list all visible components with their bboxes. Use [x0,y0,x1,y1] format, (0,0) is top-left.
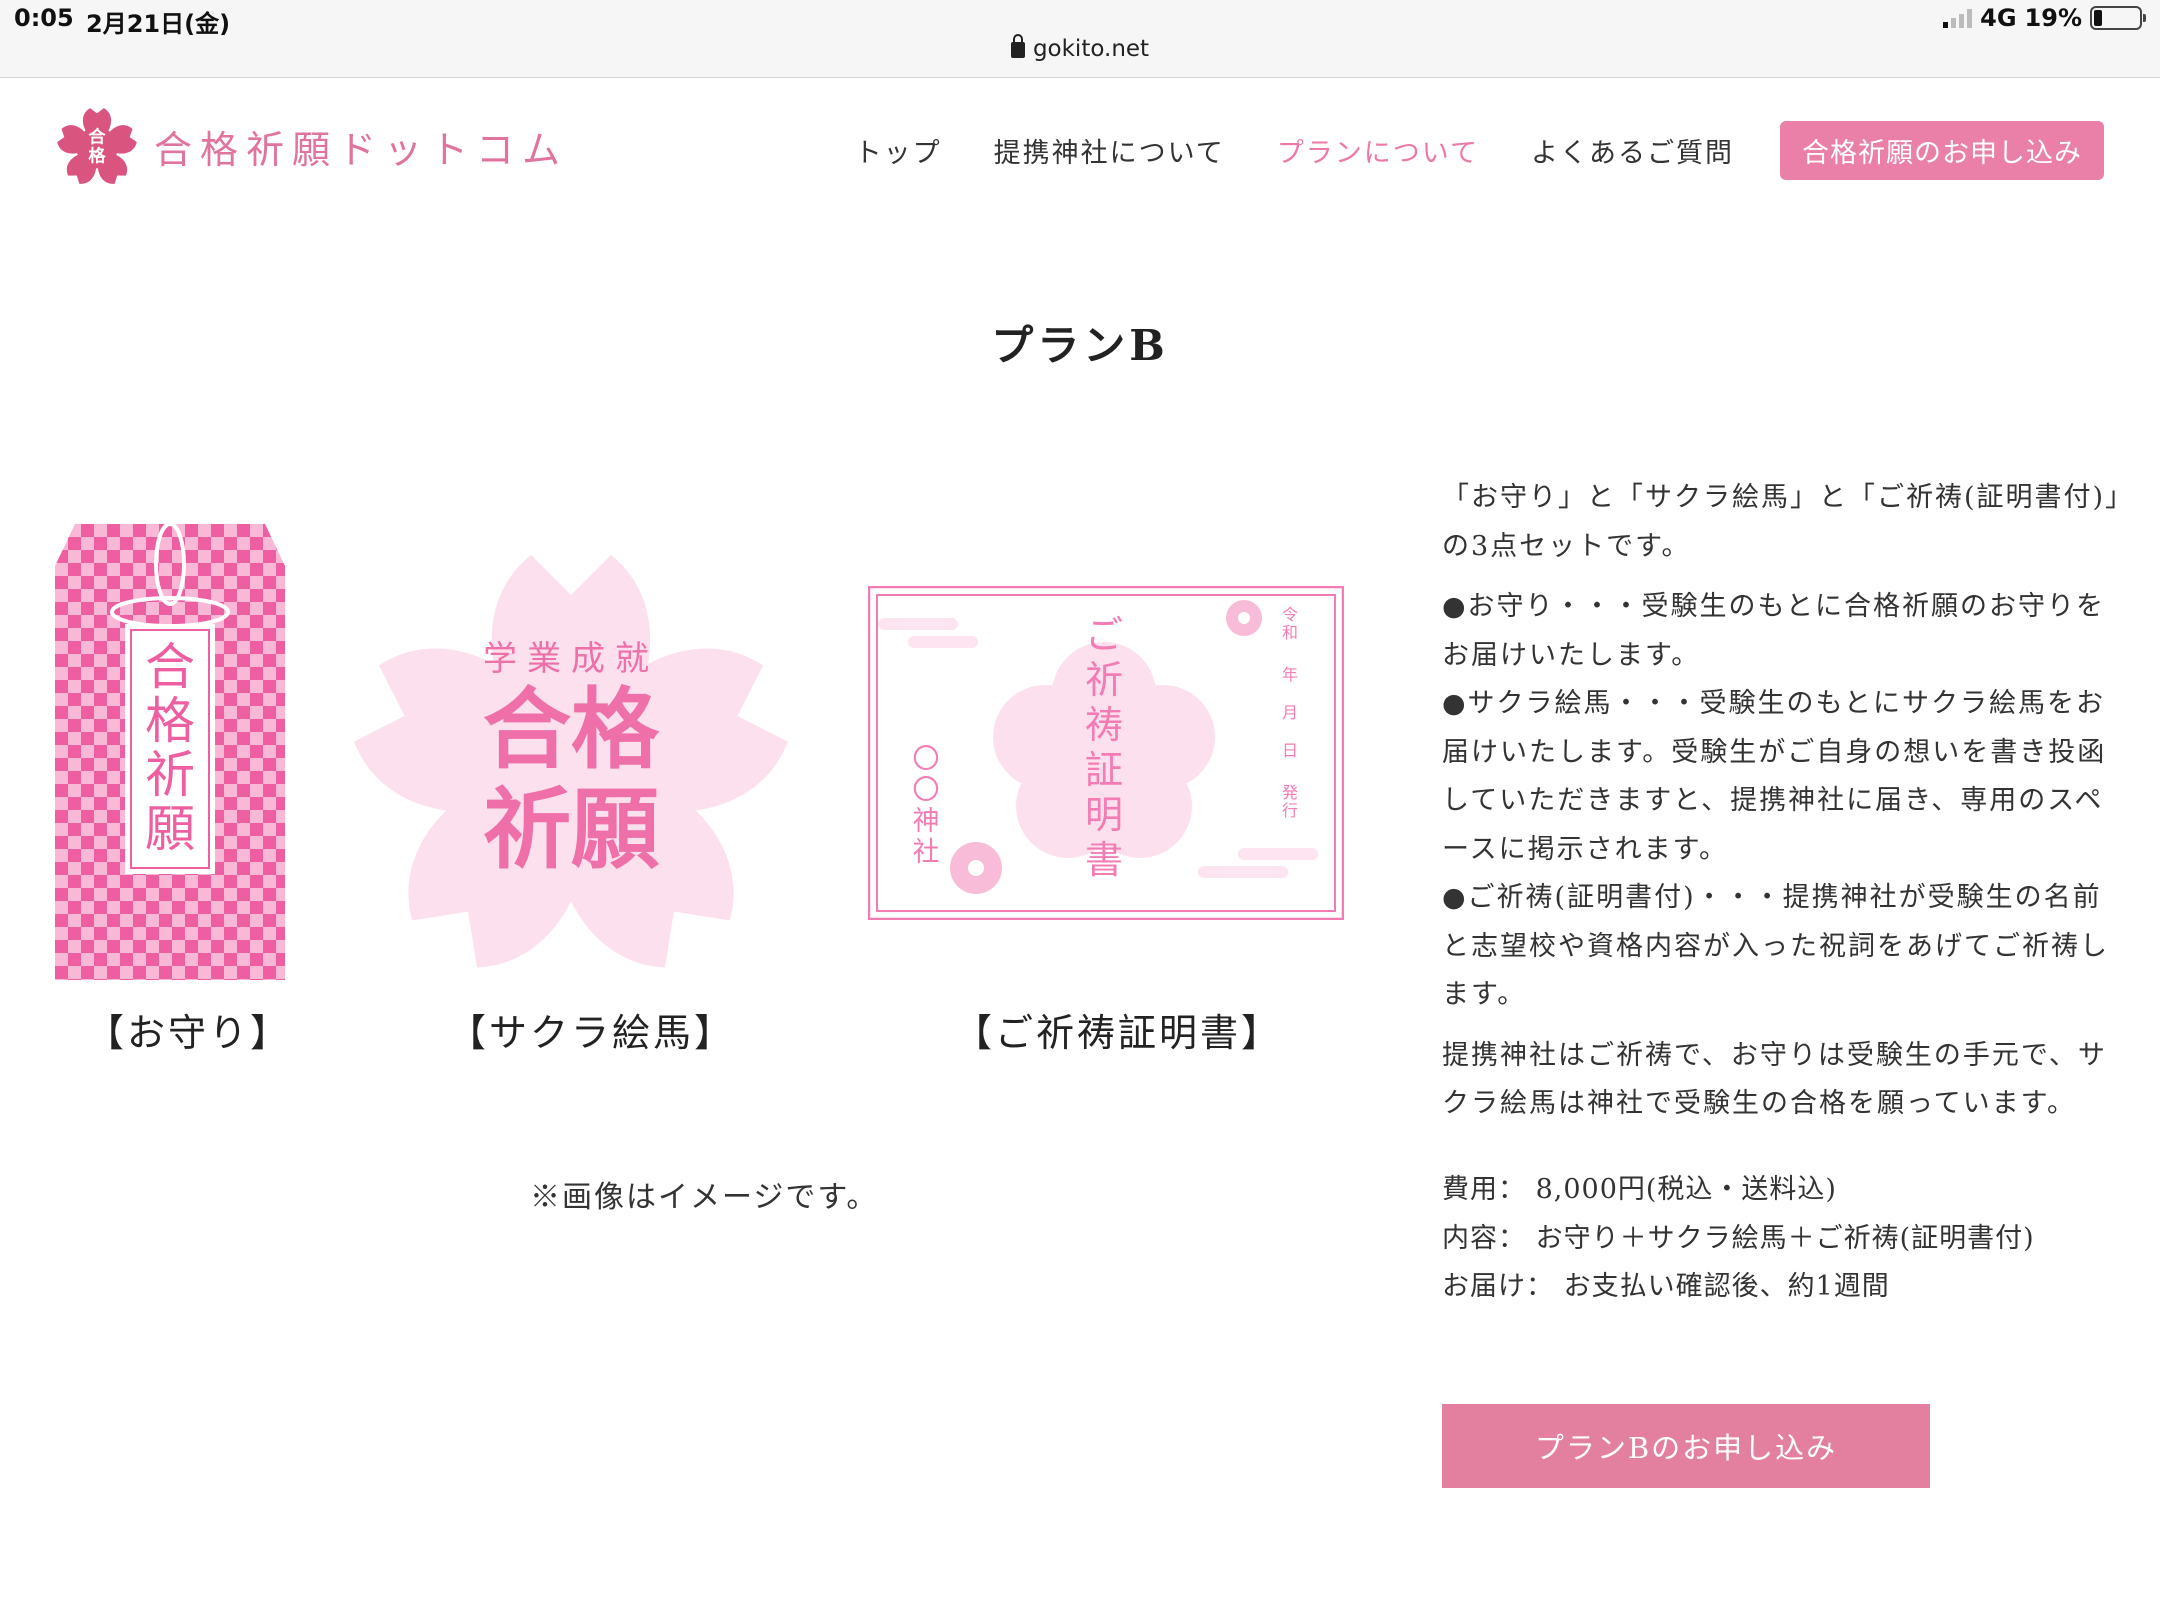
main-nav: トップ 提携神社について プランについて よくあるご質問 合格祈願のお申し込み [803,121,2104,180]
nav-top[interactable]: トップ [855,131,942,170]
url-text: gokito.net [1032,36,1150,62]
plan-summary: 提携神社はご祈祷で、お守りは受験生の手元で、サクラ絵馬は神社で受験生の合格を願っ… [1442,1039,2107,1120]
ema-subtitle: 学業成就 [483,639,659,679]
plan-item-prayer: ●ご祈祷(証明書付)・・・提携神社が受験生の名前と志望校や資格内容が入った祝詞を… [1442,882,2109,1010]
cert-date-char-7: 行 [1282,801,1298,820]
cert-title-char-6: 書 [1085,838,1123,882]
plan-specs: 費用： 8,000円(税込・送料込) 内容： お守り＋サクラ絵馬＋ご祈祷(証明書… [1442,1166,2035,1312]
cert-date-char-6: 発 [1282,783,1298,802]
omamori-char-1: 合 [145,638,195,696]
spec-cost: 費用： 8,000円(税込・送料込) [1442,1166,2035,1215]
cert-title-char-1: ご [1085,613,1123,657]
omamori-image: 合 格 祈 願 [55,524,285,980]
plan-item-ema: ●サクラ絵馬・・・受験生のもとにサクラ絵馬をお届けいたします。受験生がご自身の想… [1442,688,2107,865]
status-time: 0:05 [14,4,74,32]
omamori-char-2: 格 [145,692,195,750]
cert-date-char-3: 年 [1282,665,1298,684]
apply-plan-b-button[interactable]: プランBのお申し込み [1442,1404,1930,1488]
spec-delivery-label: お届け： [1442,1271,1554,1302]
omamori-caption: 【お守り】 [86,1011,292,1055]
nav-plans[interactable]: プランについて [1277,131,1479,170]
spec-contents: 内容： お守り＋サクラ絵馬＋ご祈祷(証明書付) [1442,1215,2035,1264]
nav-faq[interactable]: よくあるご質問 [1531,131,1734,170]
cert-shrine-char-2: 〇 [913,775,940,806]
omamori-char-4: 願 [145,800,195,858]
spec-cost-value: 8,000円(税込・送料込) [1535,1174,1837,1205]
status-indicators: 4G 19% [1943,4,2146,32]
cert-shrine-char-4: 社 [913,837,940,868]
sakura-ema-image: 学業成就 合格 祈願 [342,555,800,984]
spec-cost-label: 費用： [1442,1174,1526,1205]
image-note: ※画像はイメージです。 [530,1180,879,1215]
nav-partner-shrines[interactable]: 提携神社について [994,131,1225,170]
cert-date-char-4: 月 [1282,703,1298,722]
site-title: 合格祈願ドットコム [154,127,569,172]
url-bar[interactable]: gokito.net [0,34,2160,62]
status-date: 2月21日(金) [86,10,231,38]
cert-title-char-2: 祈 [1085,658,1123,702]
certificate-caption: 【ご祈祷証明書】 [954,1011,1283,1055]
battery-icon [2090,6,2146,30]
spec-contents-label: 内容： [1442,1222,1526,1254]
signal-icon [1943,8,1973,28]
certificate-image: ご祈祷証明書 〇〇神社 令和年月日発行 [868,586,1344,920]
site-logo[interactable]: 合 格 合格祈願ドットコム [54,103,568,189]
plan-item-omamori: ●お守り・・・受験生のもとに合格祈願のお守りをお届けいたします。 [1442,591,2106,671]
spec-contents-value: お守り＋サクラ絵馬＋ご祈祷(証明書付) [1535,1222,2035,1254]
lock-icon [1010,34,1025,58]
cert-date-char-1: 令 [1282,605,1298,624]
spec-delivery: お届け： お支払い確認後、約1週間 [1442,1263,2035,1312]
plan-description: 「お守り」と「サクラ絵馬」と「ご祈祷(証明書付)」の3点セットです。 ●お守り・… [1442,474,2128,1141]
nav-apply-button[interactable]: 合格祈願のお申し込み [1780,121,2104,180]
network-type: 4G [1980,4,2017,32]
cert-shrine-char-3: 神 [913,806,940,837]
cert-date-char-5: 日 [1282,741,1298,760]
ema-caption: 【サクラ絵馬】 [448,1011,736,1055]
site-header: 合 格 合格祈願ドットコム トップ 提携神社について プランについて よくあるご… [0,79,2160,219]
omamori-char-3: 祈 [145,746,195,804]
spec-delivery-value: お支払い確認後、約1週間 [1563,1271,1890,1302]
sakura-logo-icon: 合 格 [55,108,139,189]
status-bar: 0:05 2月21日(金) 4G 19% gokito.net [0,0,2160,78]
cert-title-char-3: 祷 [1085,703,1123,747]
cert-title-char-5: 明 [1085,793,1123,837]
logo-glyph-bottom: 格 [88,145,106,166]
ema-line-1: 合格 [483,677,660,781]
logo-glyph-top: 合 [88,127,106,148]
ema-line-2: 祈願 [483,777,659,881]
battery-level [2094,10,2102,26]
plan-intro: 「お守り」と「サクラ絵馬」と「ご祈祷(証明書付)」の3点セットです。 [1442,482,2121,562]
page-title: プランB [991,321,1169,370]
cert-shrine-char-1: 〇 [913,744,940,775]
cert-title-char-4: 証 [1085,748,1123,792]
battery-percent: 19% [2024,4,2082,32]
cert-date-char-2: 和 [1282,623,1298,642]
